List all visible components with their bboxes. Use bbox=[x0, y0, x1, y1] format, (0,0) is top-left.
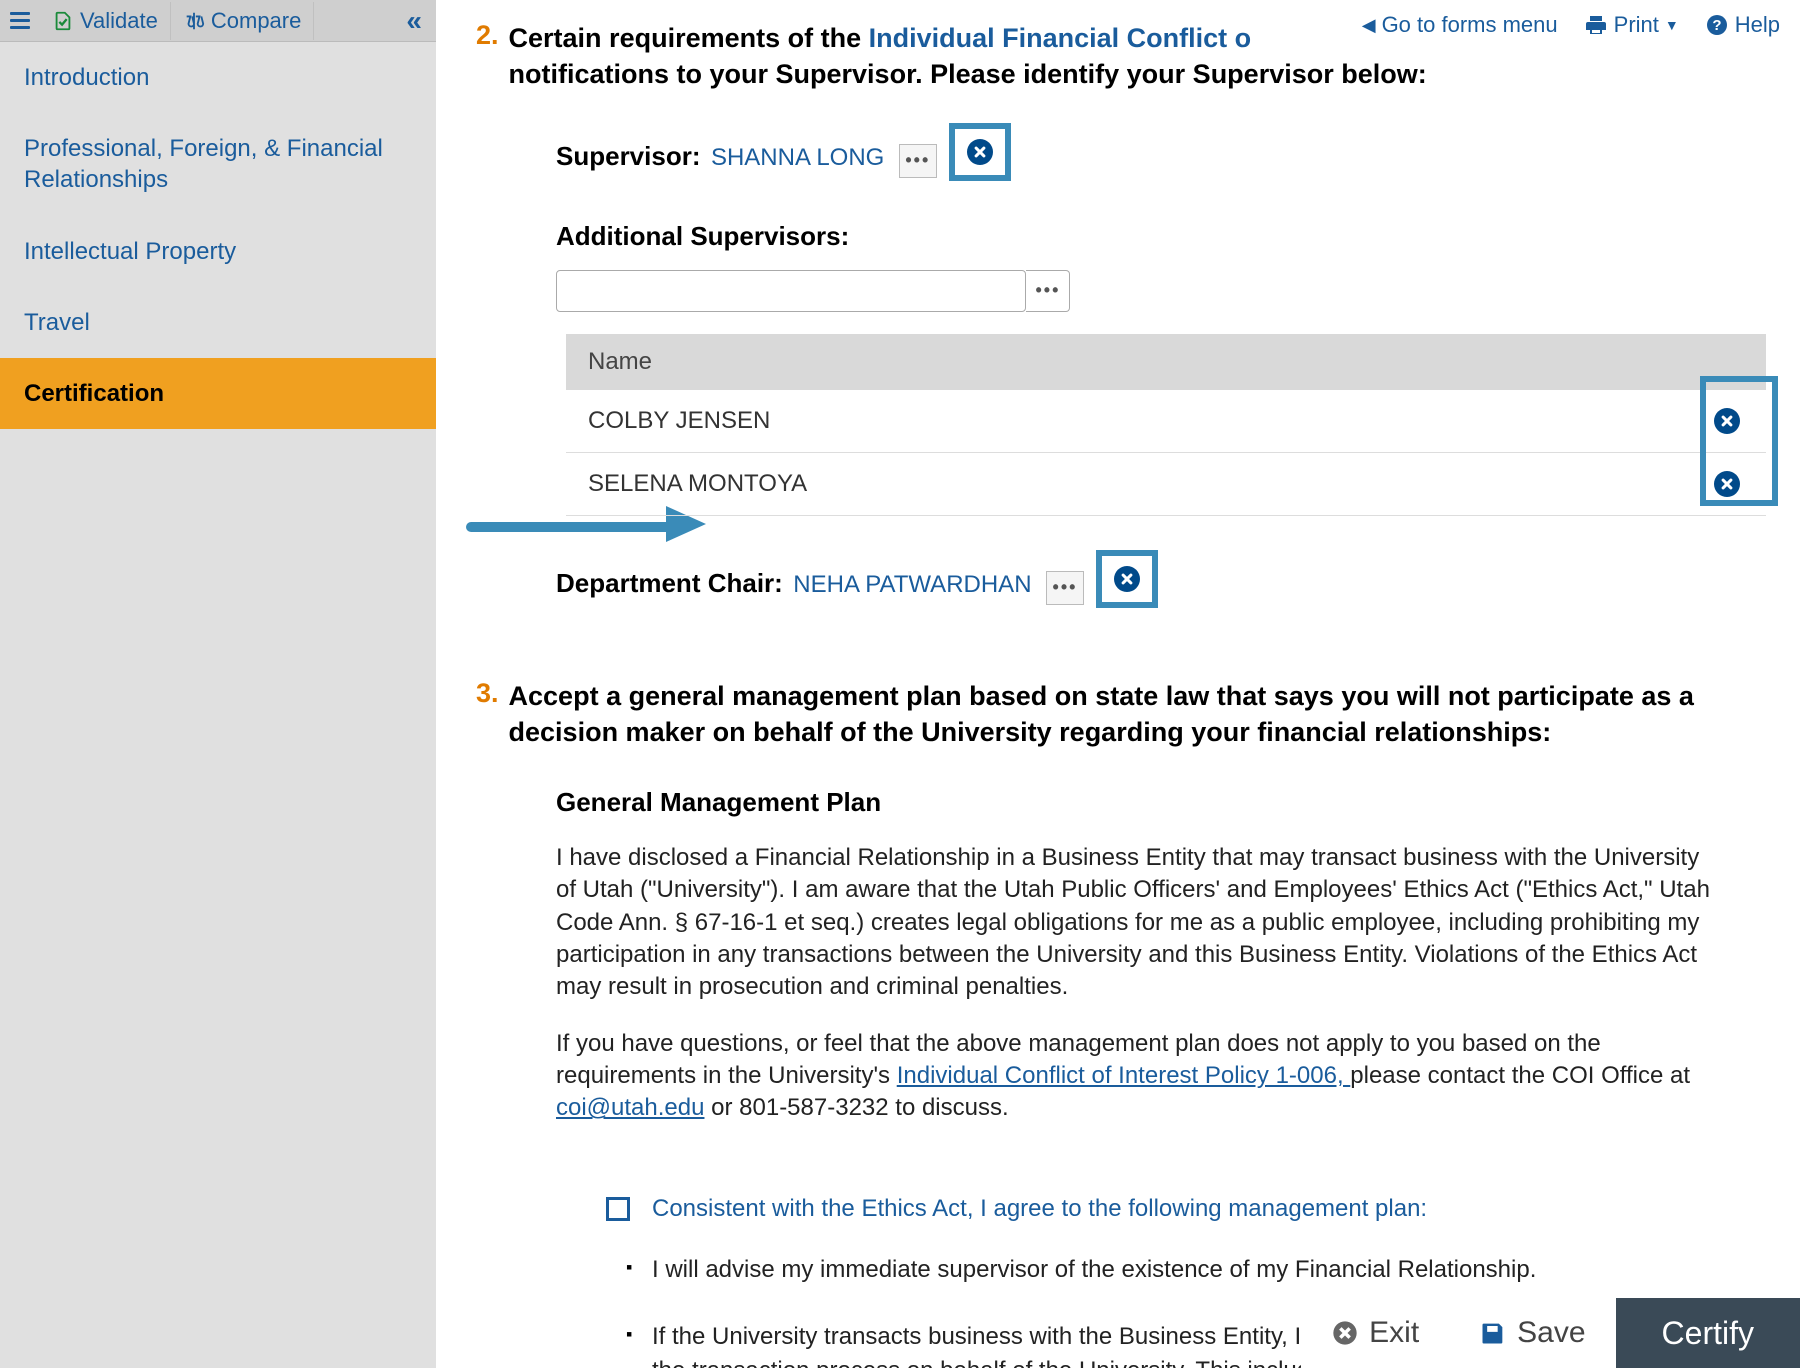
sidebar-toolbar: Validate Compare « bbox=[0, 0, 436, 42]
close-circle-icon bbox=[1331, 1319, 1359, 1347]
question-3-text: Accept a general management plan based o… bbox=[509, 678, 1760, 751]
gmp-paragraph-1: I have disclosed a Financial Relationshi… bbox=[556, 842, 1720, 1004]
hamburger-menu-icon[interactable] bbox=[0, 2, 40, 39]
department-chair-remove-highlight bbox=[1096, 550, 1158, 608]
validate-icon bbox=[52, 10, 74, 32]
remove-icon bbox=[1714, 471, 1740, 497]
supervisor-field: Supervisor: SHANNA LONG ••• bbox=[556, 123, 1760, 181]
certify-button[interactable]: Certify bbox=[1616, 1298, 1800, 1368]
supervisor-lookup-button[interactable]: ••• bbox=[899, 144, 937, 178]
ethics-agree-checkbox[interactable] bbox=[606, 1197, 630, 1221]
additional-supervisors-label: Additional Supervisors: bbox=[556, 221, 849, 251]
supervisor-label: Supervisor: bbox=[556, 141, 701, 171]
exit-button[interactable]: Exit bbox=[1301, 1298, 1449, 1368]
department-chair-remove-button[interactable] bbox=[1110, 562, 1144, 596]
remove-row-button[interactable] bbox=[1710, 467, 1744, 501]
gmp-title: General Management Plan bbox=[556, 787, 1760, 818]
table-cell-name: SELENA MONTOYA bbox=[588, 470, 1710, 498]
coi-policy-link[interactable]: Individual Conflict of Interest Policy 1… bbox=[897, 1062, 1351, 1089]
ethics-agree-row: Consistent with the Ethics Act, I agree … bbox=[606, 1195, 1760, 1223]
department-chair-value: NEHA PATWARDHAN bbox=[793, 571, 1031, 598]
remove-icon bbox=[1714, 408, 1740, 434]
question-2-text: Certain requirements of the Individual F… bbox=[509, 20, 1427, 93]
table-header-name: Name bbox=[566, 334, 1766, 390]
policy-link[interactable]: Individual Financial Conflict o bbox=[869, 23, 1252, 53]
sidebar-item-introduction[interactable]: Introduction bbox=[0, 42, 436, 113]
additional-supervisor-input[interactable] bbox=[556, 270, 1026, 312]
gmp-paragraph-2: If you have questions, or feel that the … bbox=[556, 1028, 1720, 1125]
coi-email-link[interactable]: coi@utah.edu bbox=[556, 1094, 704, 1121]
question-3-number: 3. bbox=[476, 678, 499, 751]
validate-label: Validate bbox=[80, 8, 158, 34]
certify-label: Certify bbox=[1662, 1315, 1754, 1352]
save-label: Save bbox=[1517, 1316, 1585, 1350]
additional-supervisor-lookup-button[interactable]: ••• bbox=[1026, 270, 1070, 312]
compare-icon bbox=[183, 10, 205, 32]
sidebar-item-certification[interactable]: Certification bbox=[0, 358, 436, 429]
supervisor-remove-highlight bbox=[949, 123, 1011, 181]
department-chair-field: Department Chair: NEHA PATWARDHAN ••• bbox=[556, 550, 1760, 608]
list-item: I will advise my immediate supervisor of… bbox=[626, 1253, 1700, 1287]
save-button[interactable]: Save bbox=[1449, 1298, 1615, 1368]
table-row: COLBY JENSEN bbox=[566, 390, 1766, 453]
supervisor-value: SHANNA LONG bbox=[711, 144, 884, 171]
sidebar: Validate Compare « Introduction Professi… bbox=[0, 0, 436, 1368]
collapse-sidebar-icon[interactable]: « bbox=[392, 0, 436, 43]
sidebar-item-relationships[interactable]: Professional, Foreign, & Financial Relat… bbox=[0, 113, 436, 215]
remove-icon bbox=[967, 139, 993, 165]
main-content: ◀ Go to forms menu Print ▼ ? Help 2. Cer… bbox=[436, 0, 1800, 1368]
sidebar-item-intellectual-property[interactable]: Intellectual Property bbox=[0, 216, 436, 287]
sidebar-item-travel[interactable]: Travel bbox=[0, 287, 436, 358]
question-2: 2. Certain requirements of the Individua… bbox=[476, 20, 1760, 93]
table-row: SELENA MONTOYA bbox=[566, 453, 1766, 516]
footer-action-bar: Exit Save Certify bbox=[1301, 1298, 1800, 1368]
question-2-number: 2. bbox=[476, 20, 499, 93]
compare-label: Compare bbox=[211, 8, 301, 34]
ethics-agree-label: Consistent with the Ethics Act, I agree … bbox=[652, 1195, 1427, 1223]
supervisors-table: Name COLBY JENSEN SELENA MONTOYA bbox=[566, 334, 1766, 516]
validate-button[interactable]: Validate bbox=[40, 2, 171, 40]
exit-label: Exit bbox=[1369, 1316, 1419, 1350]
additional-supervisors-block: Additional Supervisors: ••• Name COLBY J… bbox=[556, 221, 1760, 516]
remove-row-button[interactable] bbox=[1710, 404, 1744, 438]
department-chair-lookup-button[interactable]: ••• bbox=[1046, 571, 1084, 605]
save-icon bbox=[1479, 1319, 1507, 1347]
department-chair-label: Department Chair: bbox=[556, 568, 783, 598]
table-cell-name: COLBY JENSEN bbox=[588, 407, 1710, 435]
question-3: 3. Accept a general management plan base… bbox=[476, 678, 1760, 751]
compare-button[interactable]: Compare bbox=[171, 2, 314, 40]
remove-icon bbox=[1114, 566, 1140, 592]
supervisor-remove-button[interactable] bbox=[963, 135, 997, 169]
